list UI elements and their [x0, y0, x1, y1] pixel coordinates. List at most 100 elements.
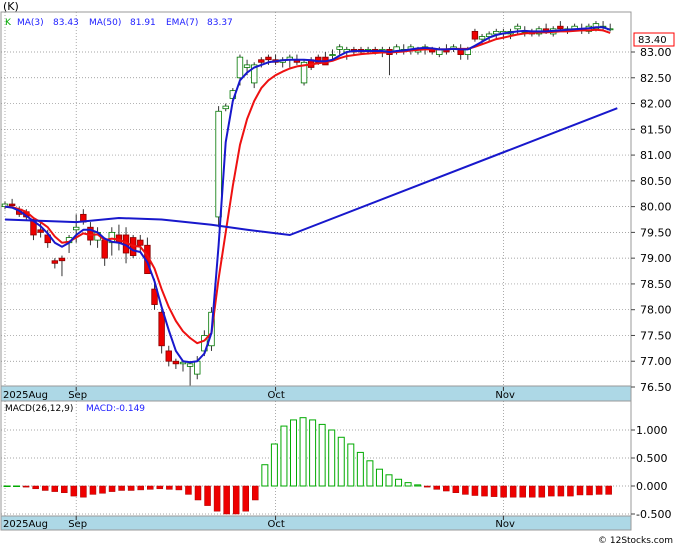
macd-bar-down: [548, 485, 555, 497]
candle-up: [222, 105, 229, 110]
x-tick-label: Sep: [68, 390, 87, 401]
macd-bar-up: [337, 436, 345, 487]
macd-bar-up: [13, 485, 21, 487]
macd-bar-down: [462, 485, 469, 495]
candle-down: [8, 203, 16, 206]
price-y-tick-label: 80.50: [640, 175, 672, 188]
price-date-band: [0, 385, 632, 402]
price-panel: [0, 11, 632, 387]
price-y-tick-label: 82.00: [640, 98, 672, 111]
macd-bar-down: [557, 485, 565, 497]
macd-bar-down: [252, 485, 259, 501]
macd-bar-up: [395, 478, 403, 487]
macd-bar-up: [404, 482, 412, 487]
price-y-tick-label: 83.00: [640, 46, 672, 59]
candle-up: [329, 54, 336, 56]
candle-down: [137, 239, 144, 246]
last-price-value: 83.40: [638, 35, 667, 46]
macd-bar-up: [318, 423, 326, 487]
macd-bar-down: [433, 485, 440, 490]
macd-bar-down: [605, 485, 612, 495]
candle-down: [258, 59, 265, 63]
macd-bar-down: [576, 485, 584, 496]
price-y-tick-label: 81.00: [640, 149, 672, 162]
macd-bar-down: [500, 485, 507, 498]
macd-bar-up: [328, 429, 336, 487]
macd-bar-down: [175, 485, 183, 491]
macd-y-tick-label: 1.000: [636, 424, 668, 437]
x-tick-label: Oct: [268, 390, 285, 401]
macd-bar-down: [232, 485, 240, 515]
macd-bar-down: [471, 485, 479, 496]
macd-bar-up: [270, 443, 278, 487]
macd-y-tick-label: 0.000: [636, 480, 668, 493]
price-y-tick-label: 80.00: [640, 201, 672, 214]
macd-bar-down: [452, 485, 460, 493]
macd-bar-down: [529, 485, 536, 498]
macd-bar-down: [586, 485, 593, 496]
x-tick-label: Oct: [268, 519, 285, 530]
candle-up: [236, 56, 244, 79]
legend-ma3-value: 83.43: [53, 18, 79, 28]
price-y-tick-label: 77.50: [640, 329, 672, 342]
x-tick-label: 2025Aug: [3, 519, 48, 530]
y-axis: 83.00 82.50 82.00 81.50 81.00 80.50 80.00 79.50…: [631, 46, 672, 521]
price-y-tick-label: 76.50: [640, 381, 672, 394]
macd-bar-down: [147, 485, 154, 490]
candle-down: [557, 25, 564, 30]
macd-bar-down: [22, 485, 30, 488]
macd-bar-up: [3, 485, 11, 487]
macd-bar-down: [194, 485, 202, 501]
macd-bar-down: [185, 485, 192, 495]
price-y-tick-label: 81.50: [640, 123, 672, 136]
macd-bar-down: [213, 485, 221, 512]
macd-bar-up: [375, 468, 383, 487]
macd-bar-down: [41, 485, 49, 491]
candle-down: [471, 30, 479, 40]
macd-bar-down: [80, 485, 87, 498]
macd-bar-down: [242, 485, 249, 512]
macd-bar-up: [366, 460, 374, 487]
candle-down: [51, 260, 59, 264]
candle-down: [37, 229, 44, 233]
candle-up: [514, 25, 521, 30]
macd-bar-down: [108, 485, 116, 492]
legend-ma50-label: MA(50): [89, 18, 121, 28]
macd-bar-down: [137, 485, 144, 491]
macd-bar-down: [223, 485, 230, 515]
macd-bar-down: [156, 485, 164, 490]
macd-bar-down: [127, 485, 135, 491]
macd-bar-down: [423, 485, 431, 488]
macd-y-tick-label: 0.500: [636, 452, 668, 465]
macd-bar-up: [414, 484, 422, 487]
chart-svg: 2025Aug Sep Oct Nov 2025Aug Sep Oct Nov 83.008…: [0, 0, 675, 546]
x-tick-label: Nov: [495, 390, 515, 401]
candle-up: [194, 360, 201, 375]
macd-bar-up: [290, 419, 297, 487]
candle-down: [165, 350, 172, 362]
legend-ma50-value: 81.91: [130, 18, 156, 28]
macd-bar-down: [89, 485, 97, 495]
price-y-tick-label: 79.50: [640, 226, 672, 239]
legend-ema7-label: EMA(7): [166, 18, 198, 28]
price-y-tick-label: 77.00: [640, 355, 672, 368]
x-tick-label: Sep: [68, 519, 87, 530]
macd-bar-down: [61, 485, 68, 493]
macd-bar-up: [309, 419, 317, 487]
candle-down: [158, 311, 165, 347]
macd-y-tick-label: -0.500: [636, 508, 671, 521]
legend-ma3-label: MA(3): [17, 18, 44, 28]
macd-bar-down: [204, 485, 211, 506]
macd-bar-up: [347, 443, 355, 487]
macd-bar-up: [385, 474, 393, 487]
macd-bar-down: [70, 485, 78, 497]
candle-up: [336, 46, 343, 50]
macd-bar-down: [490, 485, 498, 497]
macd-bar-down: [99, 485, 106, 494]
macd-bar-down: [538, 485, 546, 498]
candle-up: [478, 36, 486, 40]
macd-date-band: [0, 515, 632, 531]
macd-bar-up: [261, 464, 269, 487]
price-y-tick-label: 78.50: [640, 278, 672, 291]
macd-bar-down: [118, 485, 125, 491]
